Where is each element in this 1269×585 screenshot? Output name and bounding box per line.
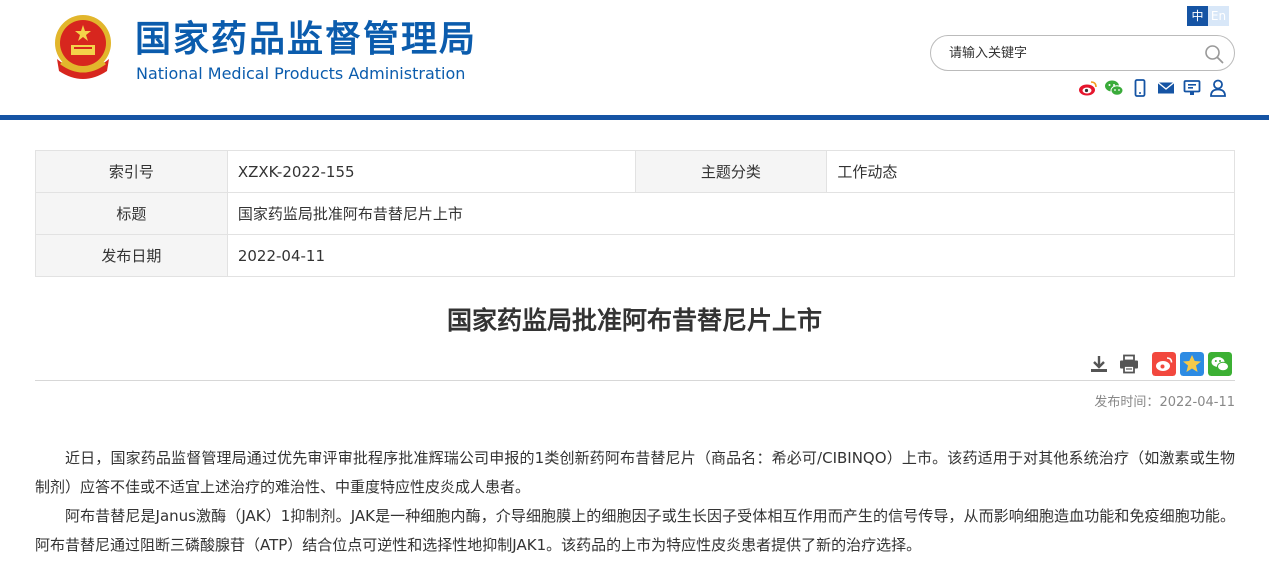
article-toolbar [1088,351,1232,377]
publish-date: 发布时间：2022-04-11 [1094,391,1235,410]
monitor-icon[interactable] [1182,78,1202,98]
category-value: 工作动态 [826,150,1235,193]
lang-zh-button[interactable]: 中 [1187,6,1208,26]
document-info-table: 索引号 XZXK-2022-155 主题分类 工作动态 标题 国家药监局批准阿布… [35,150,1236,277]
table-row: 发布日期 2022-04-11 [35,234,1236,277]
download-icon[interactable] [1088,353,1110,375]
language-switch: 中 En [1187,6,1229,26]
index-value: XZXK-2022-155 [226,150,636,193]
search-icon[interactable] [1204,44,1224,64]
lang-en-button[interactable]: En [1208,6,1229,26]
mobile-icon[interactable] [1130,78,1150,98]
site-header: 国家药品监督管理局 National Medical Products Admi… [0,0,1269,116]
index-label: 索引号 [35,150,228,193]
site-title-en[interactable]: National Medical Products Administration [136,64,465,84]
mail-icon[interactable] [1156,78,1176,98]
wechat-icon[interactable] [1104,78,1124,98]
table-row: 标题 国家药监局批准阿布昔替尼片上市 [35,192,1236,235]
publish-date-label: 发布时间： [1094,395,1160,410]
date-label: 发布日期 [35,234,228,277]
search-input[interactable] [949,43,1189,63]
site-title-cn[interactable]: 国家药品监督管理局 [135,18,477,62]
title-value: 国家药监局批准阿布昔替尼片上市 [226,192,1236,235]
weibo-icon[interactable] [1078,78,1098,98]
weibo-share-icon[interactable] [1152,352,1176,376]
article-body: 近日，国家药品监督管理局通过优先审评审批程序批准辉瑞公司申报的1类创新药阿布昔替… [35,444,1235,560]
qzone-share-icon[interactable] [1180,352,1204,376]
wechat-share-icon[interactable] [1208,352,1232,376]
national-emblem-icon[interactable] [47,11,119,85]
article-paragraph: 近日，国家药品监督管理局通过优先审评审批程序批准辉瑞公司申报的1类创新药阿布昔替… [35,449,1235,496]
search-box [930,35,1235,71]
social-links [1078,78,1228,98]
table-row: 索引号 XZXK-2022-155 主题分类 工作动态 [35,150,1235,193]
publish-date-value: 2022-04-11 [1159,395,1235,410]
date-value: 2022-04-11 [226,234,1236,277]
article-title: 国家药监局批准阿布昔替尼片上市 [446,306,822,335]
user-icon[interactable] [1208,78,1228,98]
header-divider-bar [0,115,1269,120]
title-label: 标题 [35,192,228,235]
category-label: 主题分类 [634,150,828,193]
print-icon[interactable] [1118,353,1140,375]
article-divider [35,380,1235,381]
article-paragraph: 阿布昔替尼是Janus激酶（JAK）1抑制剂。JAK是一种细胞内酶，介导细胞膜上… [35,507,1235,554]
